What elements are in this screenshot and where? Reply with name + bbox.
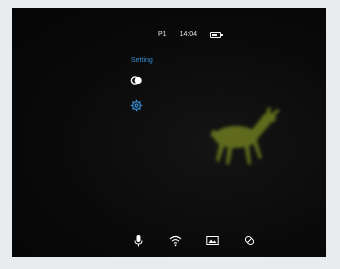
toggle-circles-icon[interactable] (130, 74, 143, 87)
thermal-viewport: P1 14:04 Setting (12, 8, 326, 257)
brightness-icon[interactable] (243, 234, 256, 247)
clock: 14:04 (179, 31, 198, 38)
menu-title: Setting (131, 57, 153, 64)
microphone-icon[interactable] (132, 234, 145, 247)
bottom-toolbar (132, 234, 256, 247)
battery-icon (210, 31, 224, 38)
wifi-icon[interactable] (169, 234, 182, 247)
thermal-deer-target (211, 107, 280, 165)
status-bar: P1 14:04 (158, 31, 224, 38)
profile-indicator: P1 (158, 31, 167, 38)
gear-icon[interactable] (130, 99, 143, 112)
image-mode-icon[interactable] (206, 234, 219, 247)
